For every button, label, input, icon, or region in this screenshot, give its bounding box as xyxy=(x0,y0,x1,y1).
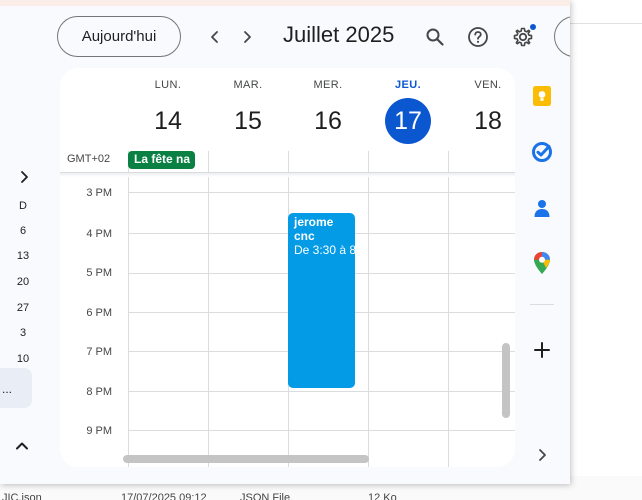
chevron-right-icon xyxy=(21,171,28,183)
day-of-week-label: MAR. xyxy=(233,79,263,91)
chevron-right-icon xyxy=(244,31,251,43)
mini-calendar-day[interactable]: 10 xyxy=(0,353,46,365)
day-number[interactable]: 16 xyxy=(305,98,351,144)
day-number[interactable]: 18 xyxy=(465,98,511,144)
allday-divider xyxy=(208,151,209,172)
previous-week-button[interactable] xyxy=(202,24,228,50)
day-number[interactable]: 14 xyxy=(145,98,191,144)
background-file-name: JIC.json xyxy=(2,492,42,500)
day-number[interactable]: 15 xyxy=(225,98,271,144)
day-number-today[interactable]: 17 xyxy=(385,98,431,144)
event-subtitle: cnc xyxy=(294,229,315,243)
hour-label: 9 PM xyxy=(86,425,112,437)
notification-dot xyxy=(530,24,536,30)
chevron-left-icon xyxy=(211,31,218,43)
keep-icon xyxy=(533,86,551,106)
hour-label: 6 PM xyxy=(86,307,112,319)
help-icon xyxy=(468,27,488,47)
hour-label: 7 PM xyxy=(86,346,112,358)
event-time: De 3:30 à 8 xyxy=(294,243,355,257)
mini-calendar-selected-item[interactable]: ... xyxy=(0,368,32,408)
day-of-week-label: JEU. xyxy=(394,79,422,91)
search-icon xyxy=(426,28,444,46)
hour-line xyxy=(128,192,515,193)
grid-column-line xyxy=(368,177,369,467)
mini-calendar-day[interactable]: 6 xyxy=(0,225,46,237)
expand-side-panel-button[interactable] xyxy=(530,443,554,467)
help-button[interactable] xyxy=(463,22,493,52)
day-of-week-label: VEN. xyxy=(474,79,502,91)
vertical-scrollbar[interactable] xyxy=(502,343,510,418)
view-switcher-button[interactable] xyxy=(554,16,570,57)
background-file-size: 12 Ko xyxy=(368,492,397,500)
event-title: jerome xyxy=(294,215,334,229)
background-app-area xyxy=(570,0,642,476)
tasks-icon xyxy=(532,142,552,162)
allday-divider xyxy=(448,151,449,172)
tasks-app-button[interactable] xyxy=(530,140,554,164)
plus-icon xyxy=(534,342,550,358)
settings-button[interactable] xyxy=(508,22,538,52)
week-view: LUN. 14 MAR. 15 MER. 16 JEU. 17 VEN. 18 … xyxy=(60,68,515,467)
background-file-row: JIC.json 17/07/2025 09:12 JSON File 12 K… xyxy=(0,492,642,500)
search-button[interactable] xyxy=(420,22,450,52)
mini-calendar-label: D xyxy=(19,200,27,212)
next-week-button[interactable] xyxy=(234,24,260,50)
background-file-type: JSON File xyxy=(240,492,291,500)
collapse-button[interactable] xyxy=(14,438,30,454)
keep-app-button[interactable] xyxy=(530,84,554,108)
side-panel-divider xyxy=(530,304,554,305)
today-button[interactable]: Aujourd'hui xyxy=(57,16,181,57)
maps-app-button[interactable] xyxy=(530,251,554,275)
hour-label: 8 PM xyxy=(86,386,112,398)
hour-label: 5 PM xyxy=(86,267,112,279)
mini-calendar-day[interactable]: 20 xyxy=(0,276,46,288)
calendar-event[interactable]: jerome cnc De 3:30 à 8 xyxy=(288,213,355,388)
side-panel xyxy=(520,68,570,484)
contacts-icon xyxy=(534,200,550,217)
background-file-date: 17/07/2025 09:12 xyxy=(121,492,207,500)
window-top-strip xyxy=(0,0,570,6)
timezone-label: GMT+02 xyxy=(67,153,111,165)
day-of-week-label: LUN. xyxy=(154,79,182,91)
hour-label: 4 PM xyxy=(86,228,112,240)
calendar-window: Aujourd'hui Juillet 2025 D 6 13 20 27 3 … xyxy=(0,0,570,484)
grid-column-line xyxy=(128,177,129,467)
month-title: Juillet 2025 xyxy=(283,22,395,47)
allday-divider xyxy=(288,151,289,172)
maps-pin-icon xyxy=(534,252,550,274)
grid-column-line xyxy=(208,177,209,467)
mini-calendar-next-button[interactable] xyxy=(16,169,32,185)
chevron-right-icon xyxy=(539,449,546,461)
hour-line xyxy=(128,430,515,431)
allday-event[interactable]: La fête na xyxy=(128,151,195,169)
mini-calendar-day[interactable]: 27 xyxy=(0,302,46,314)
contacts-app-button[interactable] xyxy=(530,196,554,220)
hour-line xyxy=(128,391,515,392)
grid-column-line xyxy=(448,177,449,467)
hour-label: 3 PM xyxy=(86,187,112,199)
day-of-week-label: MER. xyxy=(313,79,343,91)
mini-calendar-day[interactable]: 13 xyxy=(0,250,46,262)
mini-calendar-day[interactable]: 3 xyxy=(0,327,46,339)
add-app-button[interactable] xyxy=(530,338,554,362)
chevron-up-icon xyxy=(16,442,28,450)
horizontal-scrollbar[interactable] xyxy=(123,455,369,463)
allday-divider xyxy=(368,151,369,172)
